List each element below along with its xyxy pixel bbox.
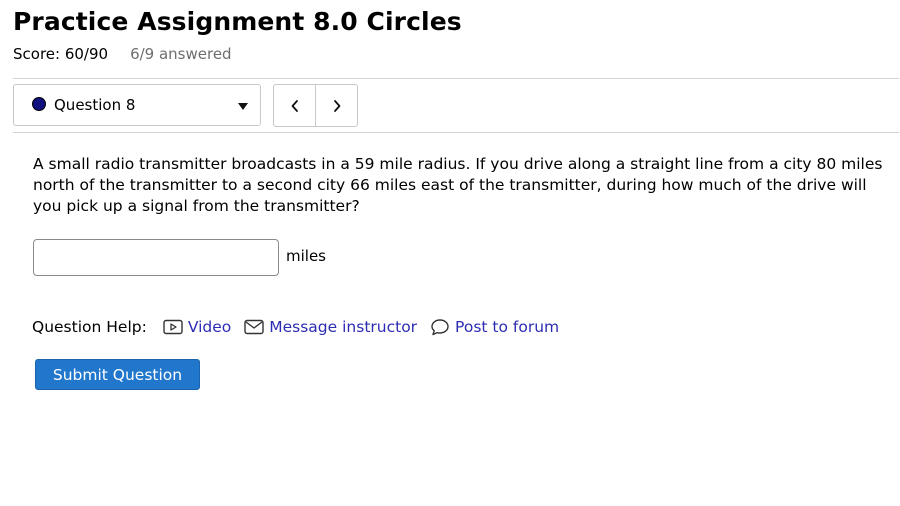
envelope-icon bbox=[244, 319, 264, 335]
assignment-title: Practice Assignment 8.0 Circles bbox=[13, 7, 462, 36]
divider-top bbox=[13, 78, 899, 79]
question-select[interactable]: Question 8 bbox=[13, 84, 261, 126]
answer-input[interactable] bbox=[33, 239, 279, 276]
score-line: Score: 60/90 6/9 answered bbox=[13, 45, 232, 63]
question-status-dot bbox=[32, 97, 46, 111]
question-nav-buttons bbox=[273, 84, 358, 127]
video-link-label: Video bbox=[187, 318, 232, 336]
speech-bubble-icon bbox=[431, 319, 449, 336]
message-instructor-link[interactable]: Message instructor bbox=[244, 318, 417, 336]
divider-bottom bbox=[13, 132, 899, 133]
question-text: A small radio transmitter broadcasts in … bbox=[33, 155, 883, 215]
chevron-down-icon bbox=[238, 103, 248, 110]
submit-question-button[interactable]: Submit Question bbox=[35, 359, 200, 390]
score-text: Score: 60/90 bbox=[13, 45, 109, 63]
next-question-button[interactable] bbox=[316, 85, 357, 126]
answered-count: 6/9 answered bbox=[130, 45, 232, 63]
question-help: Question Help: Video Message instructor … bbox=[32, 316, 572, 338]
message-instructor-label: Message instructor bbox=[269, 318, 418, 336]
question-select-label: Question 8 bbox=[54, 96, 136, 114]
post-to-forum-link[interactable]: Post to forum bbox=[430, 318, 559, 336]
video-icon bbox=[163, 319, 183, 335]
previous-question-button[interactable] bbox=[274, 85, 316, 126]
chevron-left-icon bbox=[291, 99, 298, 112]
post-to-forum-label: Post to forum bbox=[455, 318, 560, 336]
video-link[interactable]: Video bbox=[163, 318, 231, 336]
answer-unit: miles bbox=[286, 247, 326, 265]
chevron-right-icon bbox=[333, 99, 340, 112]
question-help-label: Question Help: bbox=[32, 318, 147, 336]
